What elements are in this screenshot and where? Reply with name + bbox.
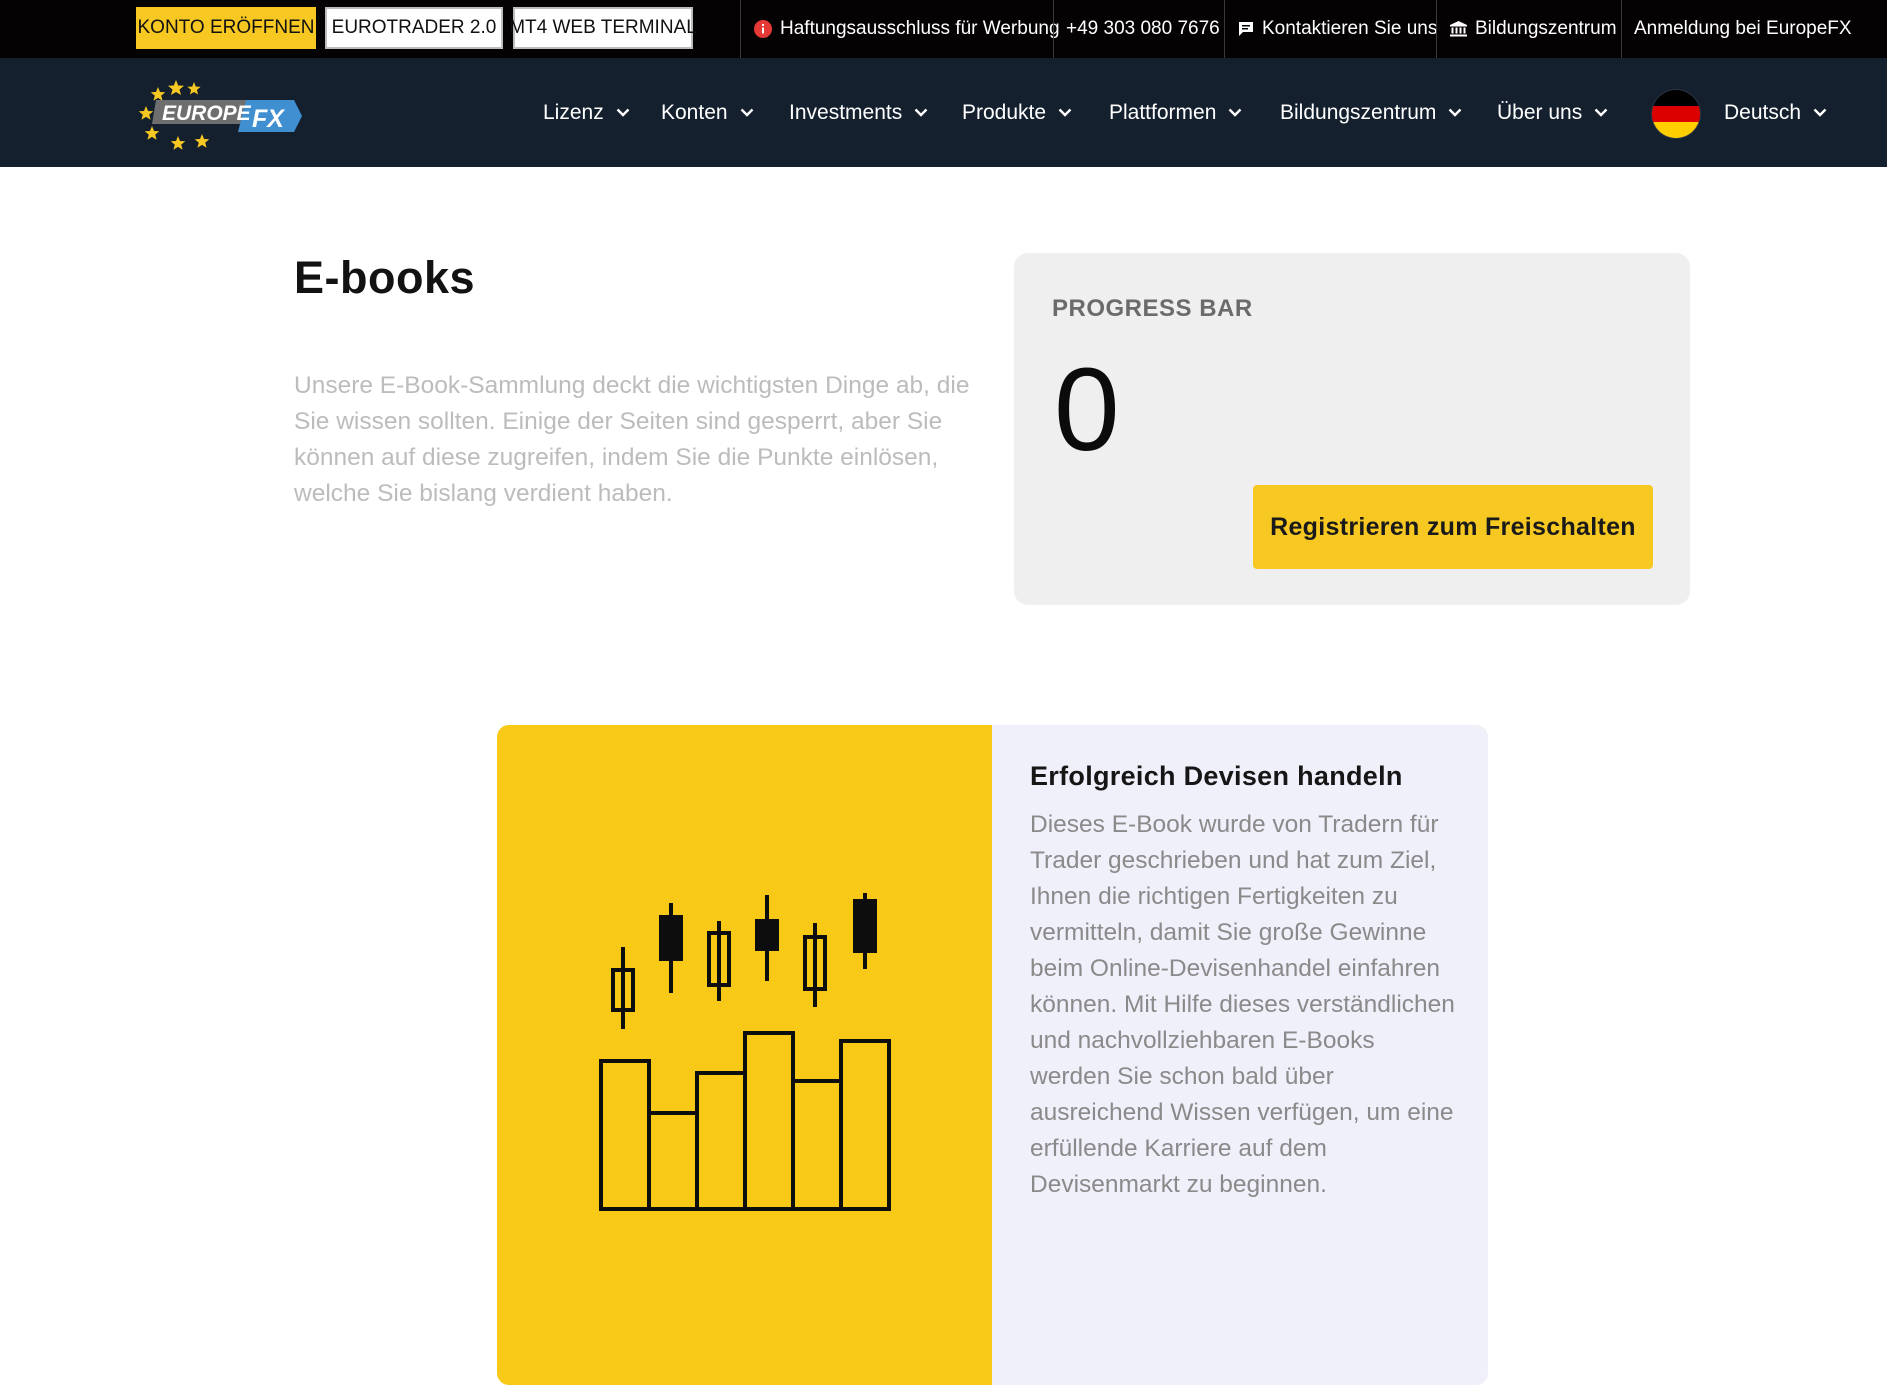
contact-label: Kontaktieren Sie uns [1262, 18, 1438, 39]
chevron-down-icon [1228, 108, 1242, 117]
page-title: E-books [294, 252, 476, 303]
institution-icon [1450, 21, 1467, 37]
nav-item-produkte[interactable]: Produkte [962, 58, 1072, 167]
progress-label: PROGRESS BAR [1052, 295, 1253, 322]
divider [1621, 0, 1622, 58]
chevron-down-icon [740, 108, 754, 117]
divider [740, 0, 741, 58]
ebook-card[interactable]: Erfolgreich Devisen handeln Dieses E-Boo… [497, 725, 1488, 1385]
intro-text: Unsere E-Book-Sammlung deckt die wichtig… [294, 372, 970, 507]
ebook-description: Dieses E-Book wurde von Tradern für Trad… [1030, 811, 1455, 1198]
mt4-web-terminal-button[interactable]: MT4 WEB TERMINAL [509, 7, 697, 49]
chevron-down-icon [914, 108, 928, 117]
chevron-down-icon [1594, 108, 1608, 117]
nav-item-plattformen[interactable]: Plattformen [1109, 58, 1242, 167]
open-account-button[interactable]: KONTO ERÖFFNEN [136, 7, 316, 49]
eurotrader-button[interactable]: EUROTRADER 2.0 [325, 7, 503, 49]
progress-points-value: 0 [1054, 344, 1120, 476]
advertising-disclaimer-link[interactable]: Haftungsausschluss für Werbung [754, 0, 1060, 58]
divider [1053, 0, 1054, 58]
europefx-logo[interactable]: EUROPE FX [134, 74, 304, 154]
divider [1224, 0, 1225, 58]
chat-icon [1239, 22, 1253, 36]
nav-item-bildungszentrum[interactable]: Bildungszentrum [1280, 58, 1462, 167]
top-utility-bar: KONTO ERÖFFNEN EUROTRADER 2.0 MT4 WEB TE… [0, 0, 1887, 58]
nav-item-label: Investments [789, 100, 903, 124]
main-navigation: EUROPE FX Lizenz Konten Investments Prod… [0, 58, 1887, 167]
education-center-label: Bildungszentrum [1475, 18, 1617, 39]
nav-item-label: Produkte [962, 100, 1047, 124]
language-selector[interactable]: Deutsch [1724, 58, 1827, 167]
nav-item-label: Konten [661, 100, 728, 124]
nav-item-label: Plattformen [1109, 100, 1217, 124]
info-icon [754, 20, 772, 38]
contact-link[interactable]: Kontaktieren Sie uns [1238, 0, 1437, 58]
nav-item-label: Lizenz [543, 100, 604, 124]
chevron-down-icon [616, 108, 630, 117]
advertising-disclaimer-label: Haftungsausschluss für Werbung [780, 18, 1060, 39]
logo-text-europe: EUROPE [162, 102, 252, 125]
chevron-down-icon [1058, 108, 1072, 117]
ebook-cover[interactable] [497, 725, 992, 1385]
register-to-unlock-button[interactable]: Registrieren zum Freischalten [1253, 485, 1653, 569]
logo-text-fx: FX [252, 105, 285, 133]
ebook-title[interactable]: Erfolgreich Devisen handeln [1030, 761, 1403, 792]
divider [1436, 0, 1437, 58]
progress-card: PROGRESS BAR 0 Registrieren zum Freischa… [1014, 253, 1690, 605]
phone-link[interactable]: +49 303 080 7676 [1066, 0, 1220, 58]
nav-item-lizenz[interactable]: Lizenz [543, 58, 630, 167]
nav-item-label: Über uns [1497, 100, 1583, 124]
login-link[interactable]: Anmeldung bei EuropeFX [1634, 0, 1852, 58]
nav-item-investments[interactable]: Investments [789, 58, 928, 167]
candlestick-bar-chart-icon [599, 893, 891, 1211]
nav-item-konten[interactable]: Konten [661, 58, 754, 167]
chevron-down-icon [1813, 108, 1827, 117]
language-label: Deutsch [1724, 100, 1802, 124]
europefx-logo-graphic: EUROPE FX [138, 80, 302, 150]
nav-item-ueber-uns[interactable]: Über uns [1497, 58, 1608, 167]
german-flag-icon[interactable] [1652, 90, 1700, 138]
education-center-link[interactable]: Bildungszentrum [1450, 0, 1617, 58]
nav-item-label: Bildungszentrum [1280, 100, 1437, 124]
chevron-down-icon [1448, 108, 1462, 117]
